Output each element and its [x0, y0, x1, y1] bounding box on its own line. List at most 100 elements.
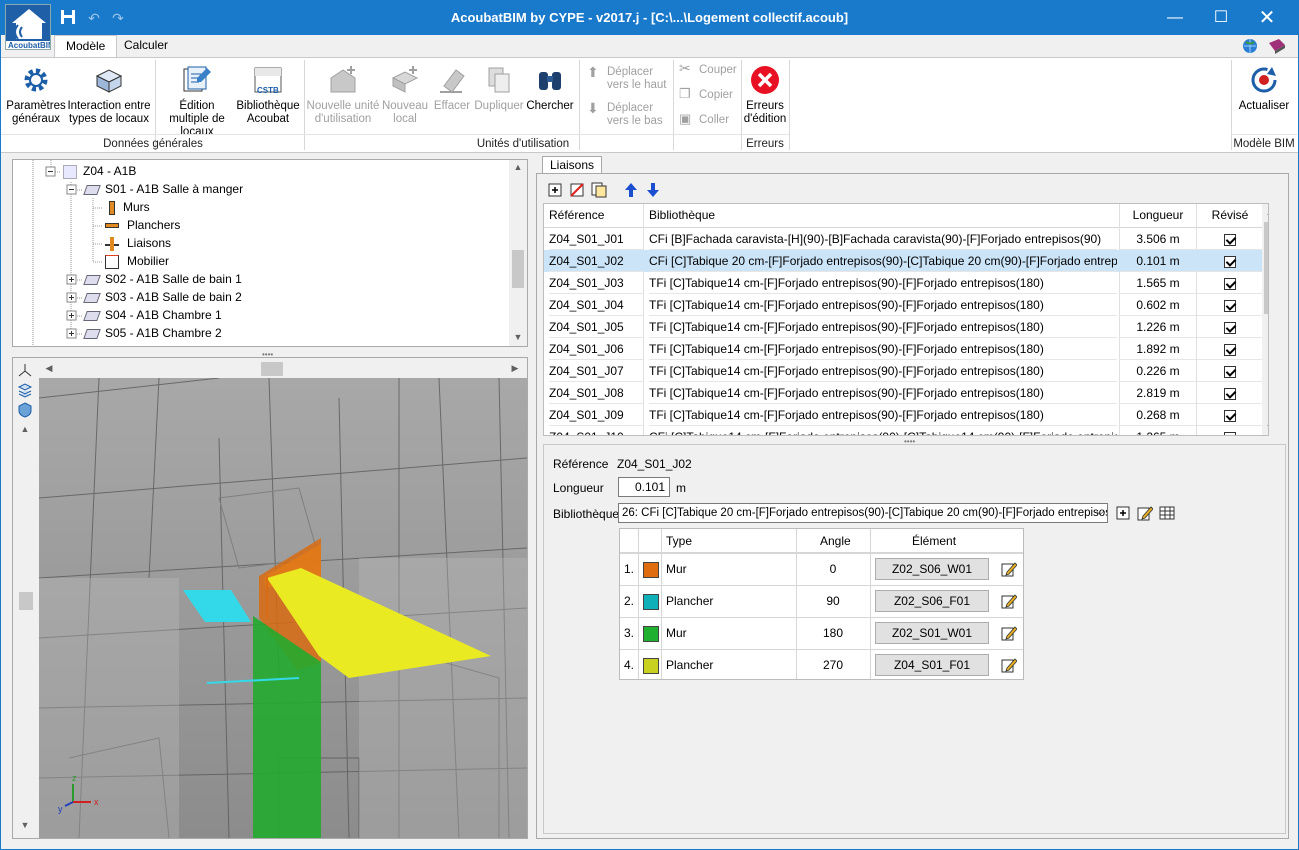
- copy-row-icon[interactable]: [591, 182, 607, 201]
- view-scroll-down-icon[interactable]: ▼: [17, 820, 33, 830]
- element-select-button[interactable]: Z02_S01_W01: [875, 622, 989, 644]
- dupliquer-button[interactable]: Dupliquer: [474, 62, 524, 130]
- revise-checkbox[interactable]: [1224, 321, 1236, 334]
- scroll-up-icon[interactable]: ▲: [510, 162, 526, 172]
- revise-checkbox[interactable]: [1224, 343, 1236, 356]
- table-view-icon[interactable]: [1159, 505, 1175, 524]
- edit-library-icon[interactable]: [1137, 505, 1154, 524]
- table-row[interactable]: Z04_S01_J06 TFi [C]Tabique14 cm-[F]Forjad…: [544, 338, 1263, 360]
- table-row[interactable]: Z04_S01_J09 TFi [C]Tabique14 cm-[F]Forjad…: [544, 404, 1263, 426]
- move-up-icon[interactable]: [623, 182, 639, 201]
- table-row[interactable]: Z04_S01_J04 TFi [C]Tabique14 cm-[F]Forjad…: [544, 294, 1263, 316]
- effacer-button[interactable]: Effacer: [431, 62, 473, 130]
- edition-button[interactable]: Édition multiple de locaux: [159, 62, 235, 138]
- tree-item-mobilier[interactable]: Mobilier: [105, 252, 169, 270]
- table-row[interactable]: Z04_S01_J01 CFi [B]Fachada caravista-[H](…: [544, 228, 1263, 250]
- table-row[interactable]: Z04_S01_J03 TFi [C]Tabique14 cm-[F]Forjad…: [544, 272, 1263, 294]
- view-vscroll-thumb[interactable]: [19, 592, 33, 610]
- scroll-down-icon[interactable]: ▼: [510, 332, 526, 342]
- tree-item-s01[interactable]: S01 - A1B Salle à manger: [83, 180, 243, 198]
- maximize-button[interactable]: ☐: [1198, 1, 1244, 35]
- table-row[interactable]: Z04_S01_J07 TFi [C]Tabique14 cm-[F]Forjad…: [544, 360, 1263, 382]
- element-row[interactable]: 3. Mur 180 Z02_S01_W01: [620, 617, 1023, 649]
- edit-pencil-icon[interactable]: [1001, 561, 1018, 577]
- globe-icon[interactable]: [1241, 37, 1259, 58]
- col-element-header[interactable]: Élément: [912, 534, 956, 548]
- grid-scroll-down-icon[interactable]: ▼: [1262, 422, 1268, 432]
- grid-scroll-thumb[interactable]: [1264, 222, 1268, 314]
- revise-checkbox[interactable]: [1224, 409, 1236, 422]
- tree-item-planchers[interactable]: Planchers: [105, 216, 180, 234]
- tab-modele[interactable]: Modèle: [54, 35, 118, 57]
- chercher-button[interactable]: Chercher: [525, 62, 575, 130]
- params-button[interactable]: Paramètres généraux: [5, 62, 67, 130]
- col-angle-header[interactable]: Angle: [820, 534, 851, 548]
- table-row[interactable]: Z04_S01_J02 CFi [C]Tabique 20 cm-[F]Forja…: [544, 250, 1263, 272]
- move-down-icon[interactable]: [645, 182, 661, 201]
- revise-checkbox[interactable]: [1224, 387, 1236, 400]
- view-hscrollbar[interactable]: ◀ ▶: [39, 360, 527, 378]
- edit-pencil-icon[interactable]: [1001, 625, 1018, 641]
- axes-tool-icon[interactable]: [17, 362, 33, 381]
- tree-item-zone[interactable]: Z04 - A1B: [63, 162, 136, 180]
- view-hscroll-thumb[interactable]: [261, 362, 283, 376]
- revise-checkbox[interactable]: [1224, 299, 1236, 312]
- length-input[interactable]: 0.101: [618, 477, 670, 497]
- add-library-icon[interactable]: [1115, 505, 1131, 524]
- room-icon: [83, 184, 101, 195]
- tree-item-murs[interactable]: Murs: [105, 198, 150, 216]
- tree-item-s03[interactable]: S03 - A1B Salle de bain 2: [83, 288, 242, 306]
- tree-item-s04[interactable]: S04 - A1B Chambre 1: [83, 306, 222, 324]
- revise-checkbox[interactable]: [1224, 431, 1236, 435]
- col-type-header[interactable]: Type: [666, 534, 692, 548]
- library-select[interactable]: 26: CFi [C]Tabique 20 cm-[F]Forjado entr…: [618, 503, 1108, 523]
- nouveau-local-button[interactable]: Nouveau local: [381, 62, 429, 130]
- header-bibliotheque[interactable]: Bibliothèque: [649, 204, 1049, 226]
- grid-scroll-up-icon[interactable]: ▲: [1262, 207, 1268, 217]
- revise-checkbox[interactable]: [1224, 255, 1236, 268]
- edit-pencil-icon[interactable]: [1001, 593, 1018, 609]
- tree-scroll-thumb[interactable]: [512, 250, 524, 288]
- actualiser-button[interactable]: Actualiser: [1235, 62, 1293, 130]
- nouvelle-unite-button[interactable]: Nouvelle unité d'utilisation: [306, 62, 380, 130]
- close-button[interactable]: ✕: [1244, 1, 1290, 35]
- furniture-icon: [105, 254, 119, 269]
- element-select-button[interactable]: Z02_S06_F01: [875, 590, 989, 612]
- view-scroll-right-icon[interactable]: ▶: [507, 363, 523, 374]
- delete-row-icon[interactable]: [569, 182, 585, 201]
- tree-item-s05[interactable]: S05 - A1B Chambre 2: [83, 324, 222, 342]
- tree-scrollbar[interactable]: ▲ ▼: [509, 160, 527, 346]
- interaction-button[interactable]: Interaction entre types de locaux: [67, 62, 151, 130]
- element-select-button[interactable]: Z02_S06_W01: [875, 558, 989, 580]
- header-reference[interactable]: Référence: [549, 204, 643, 226]
- revise-checkbox[interactable]: [1224, 277, 1236, 290]
- table-row[interactable]: Z04_S01_J08 TFi [C]Tabique14 cm-[F]Forjad…: [544, 382, 1263, 404]
- tab-liaisons[interactable]: Liaisons: [542, 156, 602, 174]
- grid-scrollbar[interactable]: ▲ ▼: [1262, 204, 1268, 435]
- tree-item-liaisons[interactable]: Liaisons: [105, 234, 171, 252]
- book-icon[interactable]: [1267, 37, 1287, 58]
- element-row[interactable]: 1. Mur 0 Z02_S06_W01: [620, 553, 1023, 585]
- view-scroll-left-icon[interactable]: ◀: [41, 363, 57, 374]
- bibliotheque-button[interactable]: CSTB Bibliothèque Acoubat: [235, 62, 301, 130]
- erreurs-button[interactable]: Erreurs d'édition: [743, 62, 787, 130]
- add-row-icon[interactable]: [547, 182, 563, 201]
- table-row[interactable]: Z04_S01_J10 CFi [C]Tabique14 cm-[F]Forjad…: [544, 426, 1262, 435]
- tree-item-s02[interactable]: S02 - A1B Salle de bain 1: [83, 270, 242, 288]
- revise-checkbox[interactable]: [1224, 233, 1236, 246]
- element-row[interactable]: 4. Plancher 270 Z04_S01_F01: [620, 649, 1023, 681]
- window-title: AcoubatBIM by CYPE - v2017.j - [C:\...\L…: [450, 10, 849, 25]
- revise-checkbox[interactable]: [1224, 365, 1236, 378]
- minimize-button[interactable]: —: [1152, 1, 1198, 35]
- element-row[interactable]: 2. Plancher 90 Z02_S06_F01: [620, 585, 1023, 617]
- model-3d-view[interactable]: z x y: [39, 378, 527, 838]
- header-revise[interactable]: Révisé: [1197, 204, 1263, 226]
- table-row[interactable]: Z04_S01_J05 TFi [C]Tabique14 cm-[F]Forjad…: [544, 316, 1263, 338]
- layers-icon[interactable]: [17, 382, 33, 401]
- tab-calculer[interactable]: Calculer: [113, 35, 179, 57]
- edit-pencil-icon[interactable]: [1001, 657, 1018, 673]
- view-scroll-up-icon[interactable]: ▲: [17, 424, 33, 434]
- shield-view-icon[interactable]: [17, 402, 33, 421]
- element-select-button[interactable]: Z04_S01_F01: [875, 654, 989, 676]
- header-longueur[interactable]: Longueur: [1120, 204, 1196, 226]
